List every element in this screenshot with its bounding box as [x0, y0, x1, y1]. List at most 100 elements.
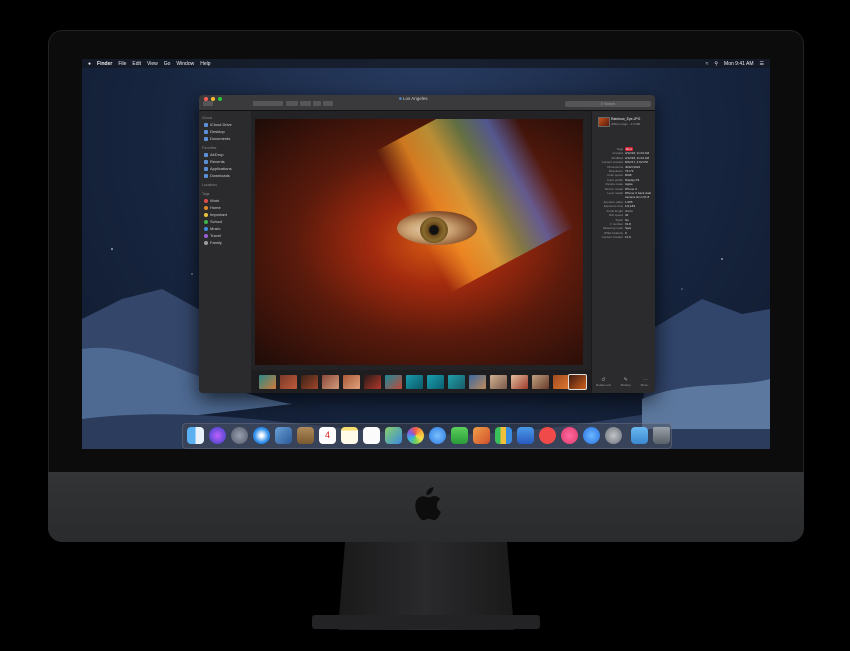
iris-decoration [420, 217, 448, 243]
back-forward-button[interactable] [203, 101, 213, 106]
sidebar-item-applications[interactable]: Applications [204, 166, 251, 171]
menu-view[interactable]: View [147, 61, 158, 67]
facetime-icon[interactable] [451, 427, 468, 444]
sidebar-item-airdrop[interactable]: AirDrop [204, 152, 251, 157]
zoom-window-button[interactable] [218, 97, 222, 101]
filmstrip-thumb[interactable] [406, 375, 423, 389]
menu-window[interactable]: Window [176, 61, 194, 67]
view-mode-control[interactable] [253, 101, 283, 106]
cloud-icon [204, 122, 208, 127]
filmstrip-thumb[interactable] [259, 375, 276, 389]
tag-badge[interactable]: Red [625, 147, 633, 151]
tag-dot-icon [204, 219, 208, 224]
menu-clock[interactable]: Mon 9:41 AM [724, 61, 753, 67]
calendar-icon[interactable]: 4 [319, 427, 336, 444]
sidebar-tag-school[interactable]: School [204, 219, 251, 224]
spotlight-icon[interactable]: ⚲ [714, 61, 718, 67]
rainbow-light-decoration [375, 119, 575, 293]
menu-file[interactable]: File [118, 61, 126, 67]
filmstrip-thumb[interactable] [322, 375, 339, 389]
filmstrip-thumb[interactable] [385, 375, 402, 389]
window-title: ■ Los Angeles [399, 96, 428, 101]
trash-icon[interactable] [653, 427, 670, 444]
sidebar-item-downloads[interactable]: Downloads [204, 173, 251, 178]
clock-icon [204, 159, 208, 164]
document-icon [204, 136, 208, 141]
rotate-left-button[interactable]: ↺ Rotate Left [596, 377, 611, 393]
tag-dot-icon [204, 198, 208, 203]
search-icon: ⚲ [600, 102, 604, 106]
sidebar-tag-important[interactable]: Important [204, 212, 251, 217]
action-button[interactable] [300, 101, 311, 106]
sidebar-tag-travel[interactable]: Travel [204, 233, 251, 238]
filmstrip-thumb[interactable] [364, 375, 381, 389]
apple-logo-icon [415, 487, 441, 521]
filmstrip-thumb[interactable] [532, 375, 549, 389]
launchpad-icon[interactable] [231, 427, 248, 444]
imac-stand-base [312, 615, 540, 629]
contacts-icon[interactable] [297, 427, 314, 444]
photos-icon[interactable] [407, 427, 424, 444]
reminders-icon[interactable] [363, 427, 380, 444]
mail-icon[interactable] [275, 427, 292, 444]
menu-app-finder[interactable]: Finder [97, 61, 112, 67]
app-store-icon[interactable] [583, 427, 600, 444]
notes-icon[interactable] [341, 427, 358, 444]
markup-button[interactable]: ✎ Markup [621, 377, 631, 393]
notification-center-icon[interactable]: ☰ [760, 61, 764, 67]
menu-go[interactable]: Go [164, 61, 171, 67]
news-icon[interactable] [539, 427, 556, 444]
siri-icon[interactable] [209, 427, 226, 444]
sidebar-tag-home[interactable]: Home [204, 205, 251, 210]
menu-edit[interactable]: Edit [132, 61, 141, 67]
filmstrip-thumb[interactable] [343, 375, 360, 389]
tags-button[interactable] [323, 101, 333, 106]
filmstrip-thumb[interactable] [280, 375, 297, 389]
sidebar-item-recents[interactable]: Recents [204, 159, 251, 164]
filmstrip-thumb[interactable] [469, 375, 486, 389]
menu-help[interactable]: Help [200, 61, 210, 67]
preview-inspector: Rainbow_Eye.JPG JPEG image · 2.6 MB Tags… [591, 111, 655, 393]
screen: ● Finder File Edit View Go Window Help ≈… [82, 59, 770, 449]
sidebar-tag-music[interactable]: Music [204, 226, 251, 231]
share-button[interactable] [313, 101, 321, 106]
metadata-list: Tags Red Created 3/12/18, 11:04 AM Modifie… [592, 147, 655, 240]
numbers-icon[interactable] [495, 427, 512, 444]
tag-dot-icon [204, 205, 208, 210]
downloads-folder-icon[interactable] [631, 427, 648, 444]
filmstrip-thumb[interactable] [511, 375, 528, 389]
safari-icon[interactable] [253, 427, 270, 444]
sidebar-tag-family[interactable]: Family [204, 240, 251, 245]
finder-window: ■ Los Angeles ⚲ Search iCloud iCloud Dri… [199, 95, 655, 393]
messages-icon[interactable] [429, 427, 446, 444]
group-button[interactable] [286, 101, 298, 106]
maps-icon[interactable] [385, 427, 402, 444]
tag-dot-icon [204, 233, 208, 238]
music-icon[interactable] [561, 427, 578, 444]
sidebar-item-desktop[interactable]: Desktop [204, 129, 251, 134]
gallery-preview-image[interactable] [255, 119, 583, 365]
filmstrip-thumb[interactable] [427, 375, 444, 389]
search-field[interactable]: ⚲ Search [565, 101, 651, 107]
airdrop-icon [204, 152, 208, 157]
gallery-filmstrip [251, 370, 591, 393]
sidebar-item-documents[interactable]: Documents [204, 136, 251, 141]
filmstrip-thumb[interactable] [448, 375, 465, 389]
more-button[interactable]: ⋯ More... [641, 377, 650, 393]
filmstrip-thumb[interactable] [301, 375, 318, 389]
system-preferences-icon[interactable] [605, 427, 622, 444]
tag-dot-icon [204, 240, 208, 245]
keynote-icon[interactable] [517, 427, 534, 444]
filmstrip-thumb[interactable] [553, 375, 570, 389]
sidebar-tag-work[interactable]: Work [204, 198, 251, 203]
filmstrip-thumb[interactable] [490, 375, 507, 389]
download-icon [204, 173, 208, 178]
sidebar-item-icloud-drive[interactable]: iCloud Drive [204, 122, 251, 127]
wifi-icon[interactable]: ≈ [706, 61, 709, 67]
pages-icon[interactable] [473, 427, 490, 444]
finder-icon[interactable] [187, 427, 204, 444]
metadata-row: Content Creator 11.0 [601, 235, 631, 240]
filmstrip-thumb-selected[interactable] [568, 374, 587, 390]
quick-actions: ↺ Rotate Left ✎ Markup ⋯ More... [591, 377, 655, 393]
apple-menu-icon[interactable]: ● [88, 61, 91, 67]
